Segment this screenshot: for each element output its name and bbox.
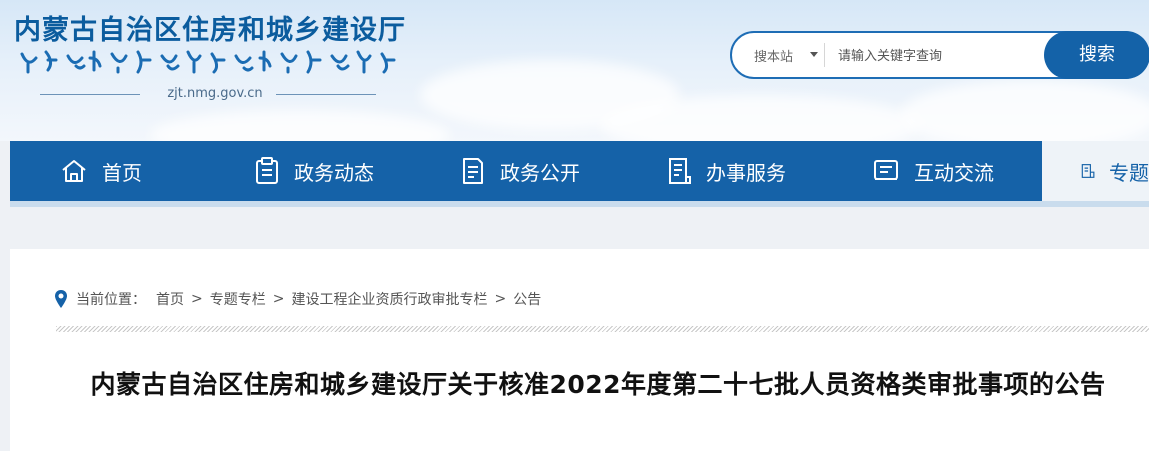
chat-icon [874, 160, 898, 180]
nav-item-interaction[interactable]: 互动交流 [872, 141, 994, 201]
nav-item-services[interactable]: 办事服务 [666, 141, 786, 201]
clipboard-icon [256, 157, 278, 184]
chevron-down-icon[interactable] [810, 52, 818, 57]
nav-item-public[interactable]: 政务公开 [460, 141, 580, 201]
nav-item-home[interactable]: 首页 [60, 141, 142, 201]
hatched-divider [56, 326, 1149, 332]
nav-item-label: 政务动态 [294, 160, 374, 185]
breadcrumb-separator: > [494, 291, 507, 307]
home-icon [62, 160, 86, 182]
site-header: 内蒙古自治区住房和城乡建设厅 zjt.nmg.gov.cn 搜本站 请输入关键字… [0, 0, 1149, 141]
breadcrumb-link-announcement[interactable]: 公告 [513, 289, 541, 309]
content-panel: 当前位置： 首页 > 专题专栏 > 建设工程企业资质行政审批专栏 > 公告 内蒙… [10, 249, 1149, 451]
search-input[interactable] [836, 42, 1040, 70]
search-button[interactable]: 搜索 [1044, 31, 1149, 79]
breadcrumb-link-topics[interactable]: 专题专栏 [210, 289, 266, 309]
nav-item-label: 互动交流 [914, 160, 994, 185]
topic-icon [1081, 164, 1095, 178]
main-nav: 首页 政务动态 政务公开 办事服务 互动交流 专题 [10, 141, 1149, 201]
breadcrumb-separator: > [272, 291, 285, 307]
breadcrumb-separator: > [191, 291, 203, 307]
nav-item-label: 政务公开 [500, 160, 580, 185]
search-scope-select[interactable]: 搜本站 [754, 46, 793, 65]
breadcrumb: 当前位置： 首页 > 专题专栏 > 建设工程企业资质行政审批专栏 > 公告 [54, 289, 541, 309]
mongolian-script-logo [20, 50, 396, 74]
breadcrumb-link-qualification-column[interactable]: 建设工程企业资质行政审批专栏 [291, 289, 487, 309]
nav-item-label: 首页 [102, 160, 142, 185]
search-box: 搜本站 搜索 [730, 31, 1149, 79]
nav-item-news[interactable]: 政务动态 [254, 141, 374, 201]
domain-row: zjt.nmg.gov.cn [40, 84, 390, 104]
article-title: 内蒙古自治区住房和城乡建设厅关于核准2022年度第二十七批人员资格类审批事项的公… [90, 370, 1106, 399]
breadcrumb-link-home[interactable]: 首页 [156, 289, 184, 309]
nav-item-topics[interactable]: 专题 [1042, 141, 1149, 201]
divider-line [40, 94, 140, 95]
site-title[interactable]: 内蒙古自治区住房和城乡建设厅 [14, 8, 406, 47]
breadcrumb-prefix: 当前位置： [76, 292, 146, 308]
nav-item-label: 专题 [1109, 160, 1149, 185]
divider-line [276, 94, 376, 95]
domain-text: zjt.nmg.gov.cn [167, 86, 263, 101]
nav-item-label: 办事服务 [706, 160, 786, 185]
document-icon [463, 158, 483, 184]
divider [824, 43, 825, 67]
location-pin-icon [55, 290, 67, 308]
service-icon [669, 158, 691, 184]
nav-underline [10, 201, 1149, 207]
